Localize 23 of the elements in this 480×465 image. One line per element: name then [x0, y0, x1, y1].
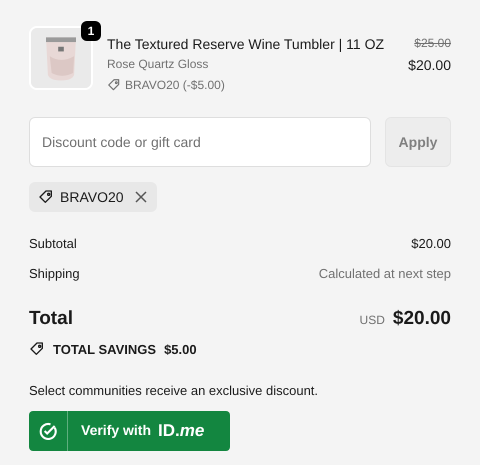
savings-amount: $5.00: [164, 340, 197, 358]
product-variant: Rose Quartz Gloss: [107, 56, 208, 73]
currency-label: USD: [360, 312, 385, 329]
check-circle-icon: [38, 420, 58, 440]
summary-value: Calculated at next step: [318, 264, 451, 283]
product-price: $20.00: [408, 56, 451, 75]
product-title: The Textured Reserve Wine Tumbler | 11 OZ: [107, 35, 384, 54]
summary-label: Subtotal: [29, 235, 77, 253]
savings-label: TOTAL SAVINGS: [53, 340, 156, 358]
tag-icon: [107, 78, 121, 92]
total-label: Total: [29, 307, 73, 331]
verify-button[interactable]: Verify with ID.me: [29, 410, 230, 450]
tag-icon: [29, 341, 45, 358]
quantity-badge: 1: [81, 21, 101, 41]
discount-label: BRAVO20 (-$5.00): [125, 77, 225, 94]
discount-code: BRAVO20: [60, 188, 124, 206]
communities-text: Select communities receive an exclusive discount.: [29, 382, 320, 400]
total-amount: $20.00: [392, 307, 451, 331]
tag-icon: [38, 189, 54, 205]
close-icon[interactable]: [134, 190, 148, 204]
summary-label: Shipping: [29, 264, 80, 283]
summary-value: $20.00: [411, 235, 451, 253]
original-price: $25.00: [414, 35, 451, 52]
